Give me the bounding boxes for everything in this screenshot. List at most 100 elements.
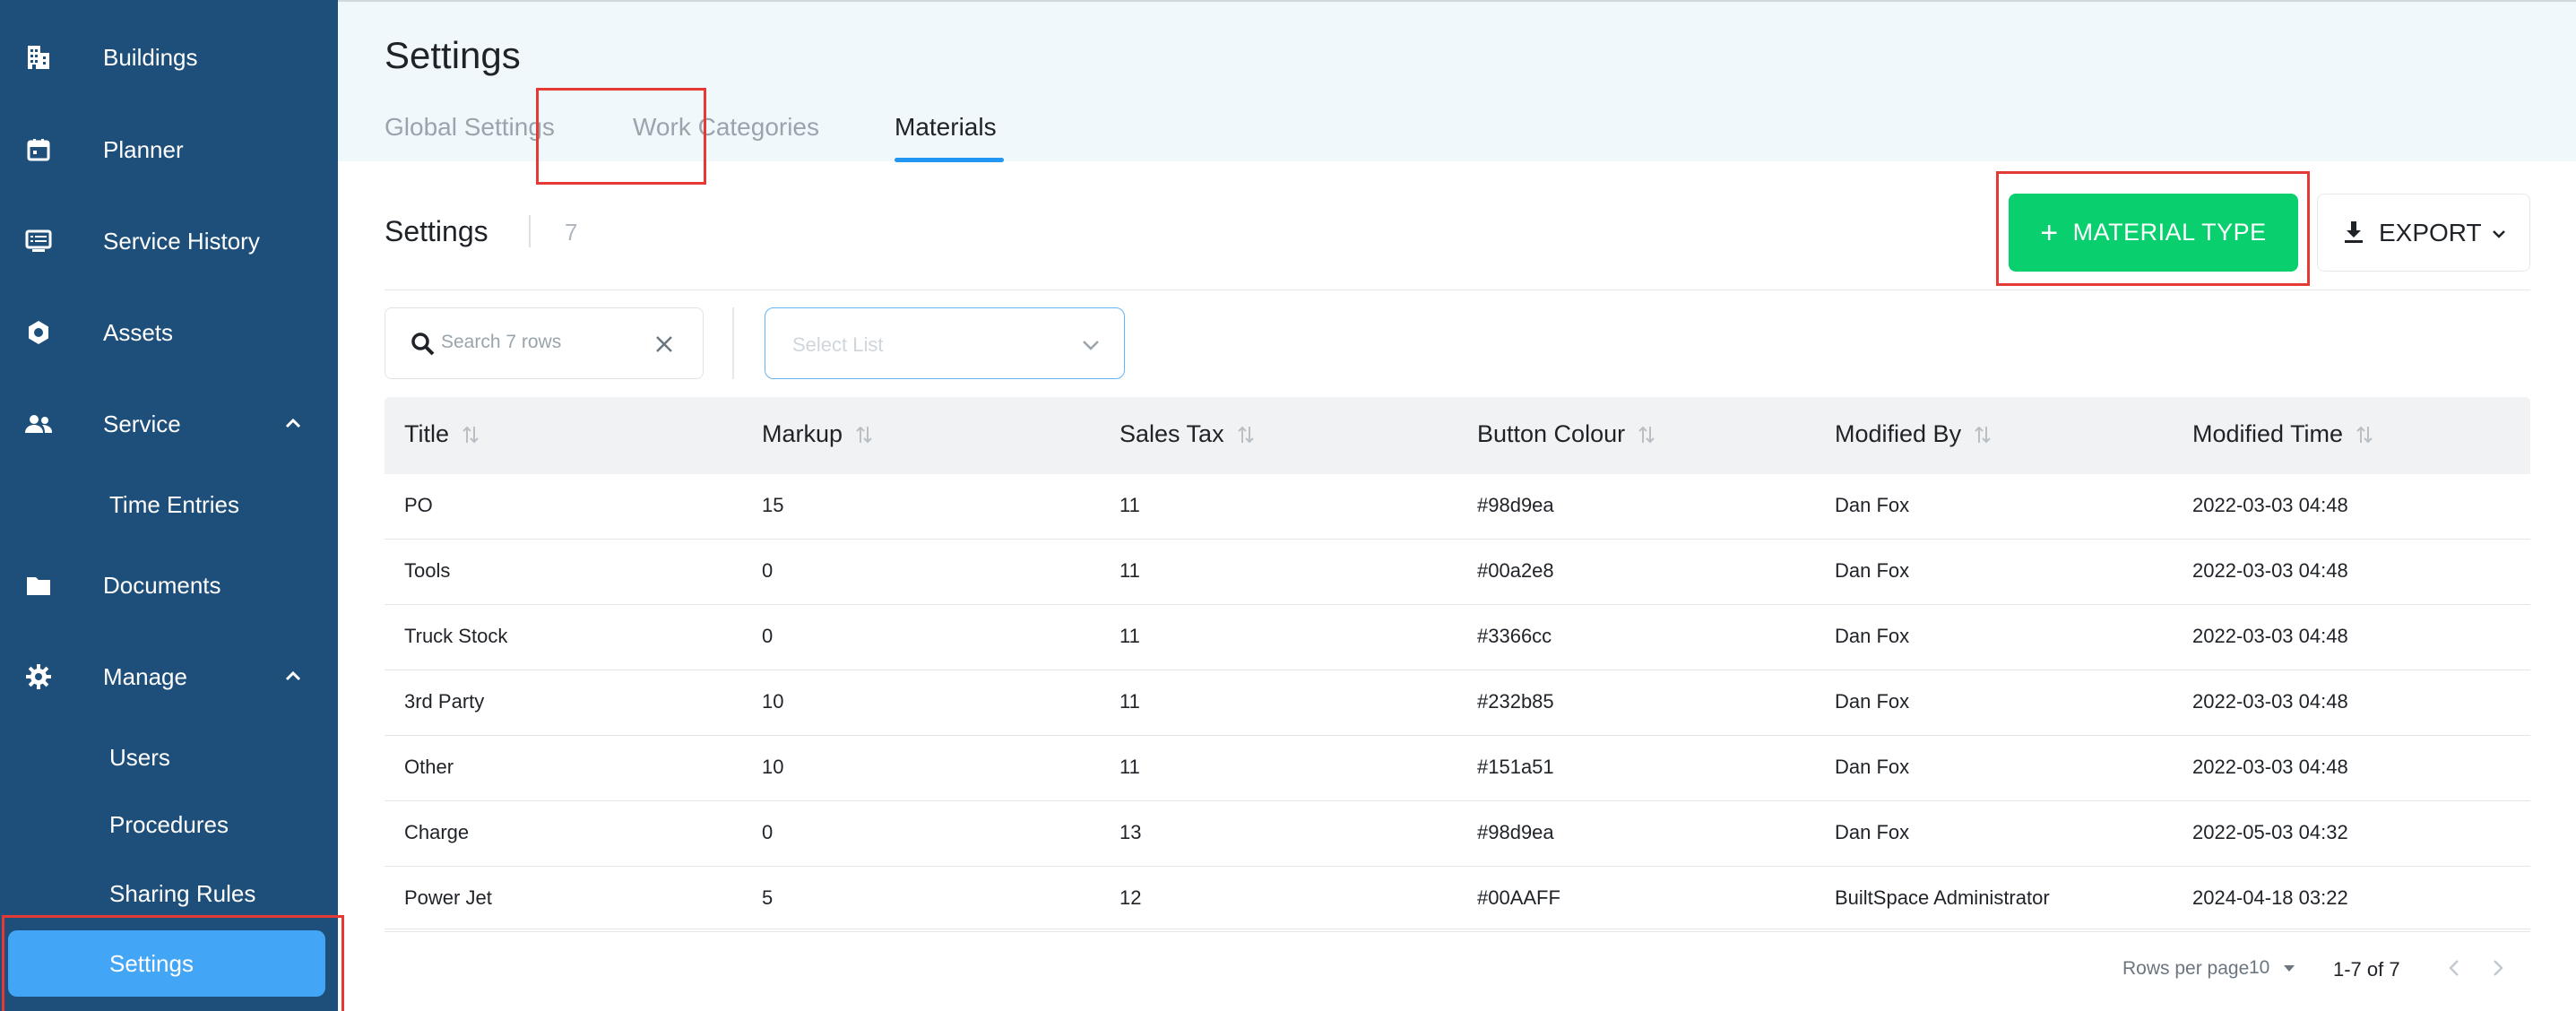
column-header-title[interactable]: Title xyxy=(404,420,481,448)
column-header-markup[interactable]: Markup xyxy=(762,420,875,448)
list-icon xyxy=(23,226,54,256)
sort-icon[interactable] xyxy=(1972,423,1993,446)
sidebar-item-buildings[interactable]: Buildings xyxy=(0,26,338,89)
sidebar-item-label: Sharing Rules xyxy=(109,879,256,907)
cell-modified-time: 2022-03-03 04:48 xyxy=(2192,625,2348,647)
sidebar-item-users[interactable]: Users xyxy=(0,730,338,785)
sidebar-item-label: Planner xyxy=(103,135,184,163)
caret-down-icon[interactable] xyxy=(2281,962,2297,974)
cell-modified-by: Dan Fox xyxy=(1835,690,1910,713)
building-icon xyxy=(23,42,54,73)
cell-title: Tools xyxy=(404,559,451,582)
cell-modified-time: 2022-03-03 04:48 xyxy=(2192,690,2348,713)
cell-title: Other xyxy=(404,756,454,778)
rows-per-page-label: Rows per page xyxy=(2122,958,2250,979)
cell-sales-tax: 11 xyxy=(1119,690,1140,713)
rows-per-page-select[interactable]: 10 xyxy=(2249,957,2269,979)
row-count: 7 xyxy=(565,219,578,246)
highlight-box-settings xyxy=(2,915,344,1011)
select-list-dropdown[interactable]: Select List xyxy=(765,307,1125,379)
cell-sales-tax: 12 xyxy=(1119,886,1142,909)
sort-icon[interactable] xyxy=(853,423,875,446)
table-footer: Rows per page 10 1-7 of 7 xyxy=(385,929,2530,1011)
close-icon[interactable] xyxy=(652,332,677,357)
cell-title: Truck Stock xyxy=(404,625,508,647)
sidebar-item-label: Service History xyxy=(103,227,260,255)
cell-modified-time: 2024-04-18 03:22 xyxy=(2192,886,2348,909)
sidebar-item-service[interactable]: Service xyxy=(0,393,338,455)
sidebar-item-label: Manage xyxy=(103,662,187,690)
search-placeholder: Search 7 rows xyxy=(441,332,562,352)
sidebar-item-documents[interactable]: Documents xyxy=(0,554,338,617)
divider xyxy=(732,307,734,379)
table-row[interactable]: Truck Stock 0 11 #3366cc Dan Fox 2022-03-03 0… xyxy=(385,605,2530,670)
sidebar-item-assets[interactable]: Assets xyxy=(0,301,338,364)
cell-button-colour: #00AAFF xyxy=(1477,886,1560,909)
cell-markup: 5 xyxy=(762,886,774,909)
divider xyxy=(529,215,531,247)
sidebar-item-procedures[interactable]: Procedures xyxy=(0,797,338,852)
table-row[interactable]: 3rd Party 10 11 #232b85 Dan Fox 2022-03-03 04… xyxy=(385,670,2530,736)
cell-modified-by: Dan Fox xyxy=(1835,756,1910,778)
active-tab-indicator xyxy=(895,158,1004,162)
cell-markup: 10 xyxy=(762,690,784,713)
chevron-up-icon xyxy=(285,418,301,428)
sidebar-item-service-history[interactable]: Service History xyxy=(0,210,338,272)
chevron-down-icon xyxy=(1083,341,1099,350)
gear-icon xyxy=(23,661,54,692)
sidebar-item-label: Assets xyxy=(103,318,174,346)
page-title: Settings xyxy=(385,34,521,76)
download-icon xyxy=(2345,221,2363,243)
section-title: Settings xyxy=(385,215,488,247)
sidebar-item-label: Users xyxy=(109,743,170,771)
cell-sales-tax: 11 xyxy=(1119,559,1140,582)
sidebar-item-label: Documents xyxy=(103,571,221,599)
cell-button-colour: #00a2e8 xyxy=(1477,559,1554,582)
sort-icon[interactable] xyxy=(460,423,481,446)
column-header-label: Button Colour xyxy=(1477,420,1626,447)
sort-icon[interactable] xyxy=(1235,423,1257,446)
table-row[interactable]: Other 10 11 #151a51 Dan Fox 2022-03-03 04:48 xyxy=(385,736,2530,801)
cell-title: PO xyxy=(404,494,433,516)
sidebar-item-sharing-rules[interactable]: Sharing Rules xyxy=(0,866,338,921)
cell-markup: 10 xyxy=(762,756,784,778)
sidebar: Buildings Planner Service History Assets… xyxy=(0,0,338,1011)
column-header-modified-by[interactable]: Modified By xyxy=(1835,420,1993,448)
table-header: Title Markup Sales Tax Button Colour Modifie… xyxy=(385,397,2530,474)
divider xyxy=(385,289,2530,290)
sidebar-item-planner[interactable]: Planner xyxy=(0,118,338,181)
tab-global-settings[interactable]: Global Settings xyxy=(385,113,555,142)
search-input[interactable]: Search 7 rows xyxy=(385,307,704,379)
cell-modified-time: 2022-03-03 04:48 xyxy=(2192,494,2348,516)
column-header-modified-time[interactable]: Modified Time xyxy=(2192,420,2375,448)
sort-icon[interactable] xyxy=(1636,423,1657,446)
cell-button-colour: #98d9ea xyxy=(1477,494,1554,516)
sidebar-item-manage[interactable]: Manage xyxy=(0,645,338,708)
folder-icon xyxy=(23,570,54,601)
next-page-icon[interactable] xyxy=(2485,956,2509,980)
tab-materials[interactable]: Materials xyxy=(895,113,997,142)
previous-page-icon[interactable] xyxy=(2443,956,2467,980)
sidebar-item-label: Procedures xyxy=(109,810,229,838)
cell-modified-time: 2022-05-03 04:32 xyxy=(2192,821,2348,843)
column-header-label: Modified By xyxy=(1835,420,1962,447)
sidebar-item-label: Service xyxy=(103,410,181,437)
cell-markup: 0 xyxy=(762,821,774,843)
table-row[interactable]: Power Jet 5 12 #00AAFF BuiltSpace Administra… xyxy=(385,867,2530,932)
cell-modified-time: 2022-03-03 04:48 xyxy=(2192,559,2348,582)
export-button[interactable]: EXPORT xyxy=(2317,194,2530,272)
table-row[interactable]: Tools 0 11 #00a2e8 Dan Fox 2022-03-03 04:48 xyxy=(385,540,2530,605)
calendar-icon xyxy=(23,134,54,165)
cell-button-colour: #232b85 xyxy=(1477,690,1554,713)
table-row[interactable]: Charge 0 13 #98d9ea Dan Fox 2022-05-03 04:32 xyxy=(385,801,2530,867)
column-header-sales-tax[interactable]: Sales Tax xyxy=(1119,420,1257,448)
sidebar-item-label: Buildings xyxy=(103,43,198,71)
column-header-button-colour[interactable]: Button Colour xyxy=(1477,420,1657,448)
table-row[interactable]: PO 15 11 #98d9ea Dan Fox 2022-03-03 04:48 xyxy=(385,474,2530,540)
sort-icon[interactable] xyxy=(2354,423,2375,446)
cell-markup: 0 xyxy=(762,559,774,582)
sidebar-item-time-entries[interactable]: Time Entries xyxy=(0,477,338,532)
column-header-label: Modified Time xyxy=(2192,420,2344,447)
cell-modified-time: 2022-03-03 04:48 xyxy=(2192,756,2348,778)
cell-modified-by: Dan Fox xyxy=(1835,494,1910,516)
